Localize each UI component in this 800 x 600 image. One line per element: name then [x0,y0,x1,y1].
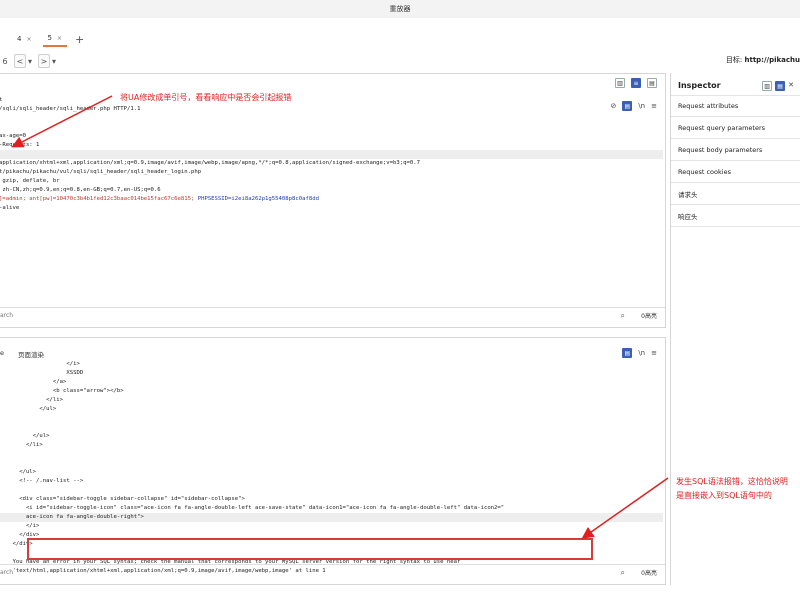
annotation-top: 将UA修改成单引号，看看响应中是否会引起报错 [120,93,292,102]
menu-icon[interactable]: ≡ [651,349,657,357]
inspector-item-query-params[interactable]: Request query parameters [671,117,800,139]
inspector-item-response-headers[interactable]: 响应头 [671,205,800,227]
close-icon[interactable]: ✕ [788,81,794,91]
code-line: </li> [0,442,43,448]
code-line: </ul> [0,433,50,439]
code-line: </i> [0,523,40,529]
code-line: <b class="arrow"></b> [0,388,124,394]
code-line: </li> [0,397,63,403]
forward-button[interactable]: > [38,54,50,68]
close-icon[interactable]: × [26,36,31,43]
target-host[interactable]: 目标: http://pikachu [726,55,800,65]
code-line: -alive [0,205,20,211]
code-line: -Requests: 1 [0,142,40,148]
request-panel: ▥ ≡ ▤ ⊘ ▤ \n ≡ t/sqli/sqli_header/sqli_h… [0,73,666,328]
tab-4[interactable]: 4 × [12,31,37,47]
code-line: <div class="sidebar-toggle sidebar-colla… [0,496,245,502]
repeater-window: 重放器 4 × 5 × + 6 < ▾ > ▾ 目标: http://pikac… [0,0,800,600]
code-line: </i> [0,361,80,367]
tab-render[interactable]: 页面渲染 [18,349,44,359]
code-line: t [0,97,3,103]
inspector-item-cookies[interactable]: Request cookies [671,161,800,183]
code-line: t/pikachu/pikachu/vul/sqli/sqli_header/s… [0,169,202,175]
tab-label: 5 [47,34,52,42]
code-line [0,150,663,159]
code-line: gzip, deflate, br [0,178,60,184]
inspector-item-request-headers[interactable]: 请求头 [671,183,800,205]
request-search-bar: arch ⌕ 0高亮 [0,307,665,323]
tab-5[interactable]: 5 × [42,31,67,47]
close-icon[interactable]: × [57,35,62,42]
send-count: 6 [2,56,8,66]
code-line: /sqli/sqli_header/sqli_header.php HTTP/1… [0,106,141,112]
code-line: zh-CN,zh;q=0.9,en;q=0.8,en-GB;q=0.7,en-U… [0,187,161,193]
code-line: </a> [0,379,67,385]
newline-icon[interactable]: \n [638,349,645,357]
title-bar: 重放器 [0,0,800,18]
back-dropdown-icon[interactable]: ▾ [26,54,34,68]
code-line: ]=admin; ant[pw]=10470c3b4b1fed12c3baac0… [0,196,319,202]
tab-response-raw[interactable]: e [0,349,4,357]
inspector-item-request-attributes[interactable]: Request attributes [671,95,800,117]
request-editor[interactable]: t/sqli/sqli_header/sqli_header.php HTTP/… [0,78,663,222]
search-input[interactable]: arch [0,312,13,319]
code-line: XSSDD [0,370,84,376]
annotation-bottom-line1: 发生SQL语法报错，这恰恰说明 [676,477,788,486]
editor-tools: ▤ \n ≡ [622,348,657,358]
code-line: ax-age=0 [0,133,26,139]
target-value: http://pikachu [744,56,800,64]
code-line: ace-icon fa fa-angle-double-right"> [0,513,663,522]
search-icon[interactable]: ⌕ [621,311,625,321]
forward-dropdown-icon[interactable]: ▾ [50,54,58,68]
annotation-bottom-line2: 是直接嵌入到SQL语句中的 [676,491,772,500]
nav-row: 6 < ▾ > ▾ 目标: http://pikachu [0,52,800,70]
response-search-bar: arch ⌕ 0高亮 [0,564,665,580]
code-line: <!-- /.nav-list --> [0,478,84,484]
inspector-layout-alt-icon[interactable]: ▤ [775,81,786,91]
sql-error-highlight-box [27,538,593,560]
highlight-count: 0高亮 [641,570,657,577]
highlight-count: 0高亮 [641,313,657,320]
code-line: <i id="sidebar-toggle-icon" class="ace-i… [0,505,505,511]
inspector-title: Inspector [678,81,721,90]
inspector-panel: Inspector ▥ ▤ ✕ Request attributes Reque… [670,73,800,585]
pretty-print-icon[interactable]: ▤ [622,348,633,358]
inspector-item-body-params[interactable]: Request body parameters [671,139,800,161]
add-tab-button[interactable]: + [75,33,84,46]
code-line: </ul> [0,469,37,475]
inspector-layout-icon[interactable]: ▥ [762,81,773,91]
tab-label: 4 [17,35,22,43]
back-button[interactable]: < [14,54,26,68]
inspector-tools: ▥ ▤ ✕ [762,81,794,91]
search-input[interactable]: arch [0,569,13,576]
code-line: application/xhtml+xml,application/xml;q=… [0,160,420,166]
window-title: 重放器 [389,5,411,13]
search-icon[interactable]: ⌕ [621,568,625,578]
tab-bar: 4 × 5 × + [0,30,800,48]
code-line: </ul> [0,406,57,412]
target-label: 目标: [725,56,743,64]
